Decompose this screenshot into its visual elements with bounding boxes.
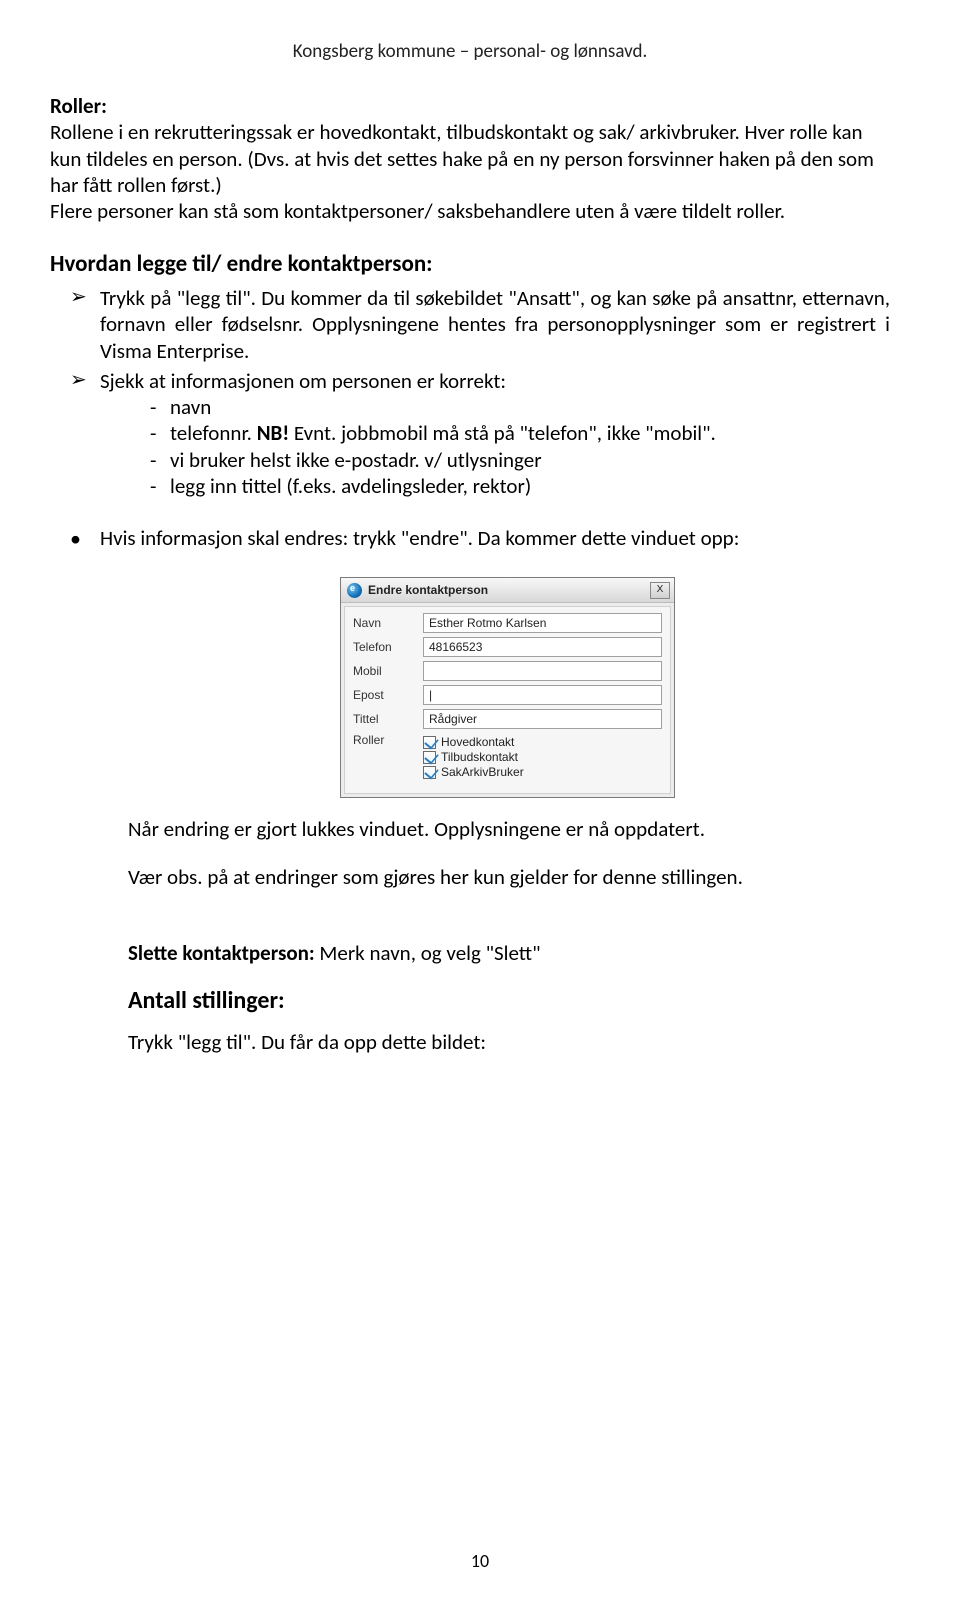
roller-section: Roller: Rollene i en rekrutteringssak er… (50, 93, 890, 224)
label-navn: Navn (353, 616, 423, 630)
dialog-title: Endre kontaktperson (368, 583, 488, 597)
roller-heading: Roller: (50, 93, 107, 119)
checkbox-sakarkivbruker[interactable] (423, 766, 436, 779)
label-telefon: Telefon (353, 640, 423, 654)
label-tittel: Tittel (353, 712, 423, 726)
hvordan-section: Hvordan legge til/ endre kontaktperson: … (50, 250, 890, 499)
endre-instruction: Hvis informasjon skal endres: trykk "end… (100, 525, 890, 551)
input-epost[interactable]: | (423, 685, 662, 705)
after-p1: Når endring er gjort lukkes vinduet. Opp… (128, 816, 890, 842)
edit-contact-dialog: Endre kontaktperson X Navn Esther Rotmo … (340, 577, 675, 798)
label-mobil: Mobil (353, 664, 423, 678)
slette-line: Slette kontaktperson: Merk navn, og velg… (128, 940, 890, 966)
dialog-body: Navn Esther Rotmo Karlsen Telefon 481665… (344, 606, 671, 794)
input-tittel[interactable]: Rådgiver (423, 709, 662, 729)
after-dialog-text: Når endring er gjort lukkes vinduet. Opp… (50, 816, 890, 1055)
step-1: Trykk på "legg til". Du kommer da til sø… (100, 285, 890, 364)
endre-bullet: Hvis informasjon skal endres: trykk "end… (50, 525, 890, 551)
role-tilbudskontakt: Tilbudskontakt (441, 750, 518, 764)
check-telefon: -telefonnr. NB! Evnt. jobbmobil må stå p… (170, 420, 890, 446)
hvordan-heading: Hvordan legge til/ endre kontaktperson: (50, 250, 890, 279)
check-tittel: -legg inn tittel (f.eks. avdelingsleder,… (170, 473, 890, 499)
after-p2: Vær obs. på at endringer som gjøres her … (128, 864, 890, 890)
check-navn: -navn (170, 394, 890, 420)
roller-p2: Flere personer kan stå som kontaktperson… (50, 198, 785, 224)
checkbox-hovedkontakt[interactable] (423, 736, 436, 749)
roller-p1: Rollene i en rekrutteringssak er hovedko… (50, 119, 874, 198)
step-2: Sjekk at informasjonen om personen er ko… (100, 368, 890, 499)
check-epost: -vi bruker helst ikke e-postadr. v/ utly… (170, 447, 890, 473)
dialog-titlebar: Endre kontaktperson X (341, 578, 674, 603)
label-epost: Epost (353, 688, 423, 702)
input-mobil[interactable] (423, 661, 662, 681)
label-roller: Roller (353, 733, 423, 747)
role-sakarkivbruker: SakArkivBruker (441, 765, 524, 779)
role-hovedkontakt: Hovedkontakt (441, 735, 514, 749)
page-number: 10 (0, 1550, 960, 1572)
roles-group: Hovedkontakt Tilbudskontakt SakArkivBruk… (423, 733, 662, 779)
input-navn[interactable]: Esther Rotmo Karlsen (423, 613, 662, 633)
checkbox-tilbudskontakt[interactable] (423, 751, 436, 764)
antall-p: Trykk "legg til". Du får da opp dette bi… (128, 1029, 890, 1055)
app-icon (347, 583, 362, 598)
input-telefon[interactable]: 48166523 (423, 637, 662, 657)
antall-heading: Antall stillinger: (128, 986, 890, 1015)
step-2-intro: Sjekk at informasjonen om personen er ko… (100, 368, 506, 394)
slette-heading: Slette kontaktperson: (128, 940, 315, 966)
close-button[interactable]: X (650, 582, 670, 599)
page-header: Kongsberg kommune – personal- og lønnsav… (50, 40, 890, 63)
